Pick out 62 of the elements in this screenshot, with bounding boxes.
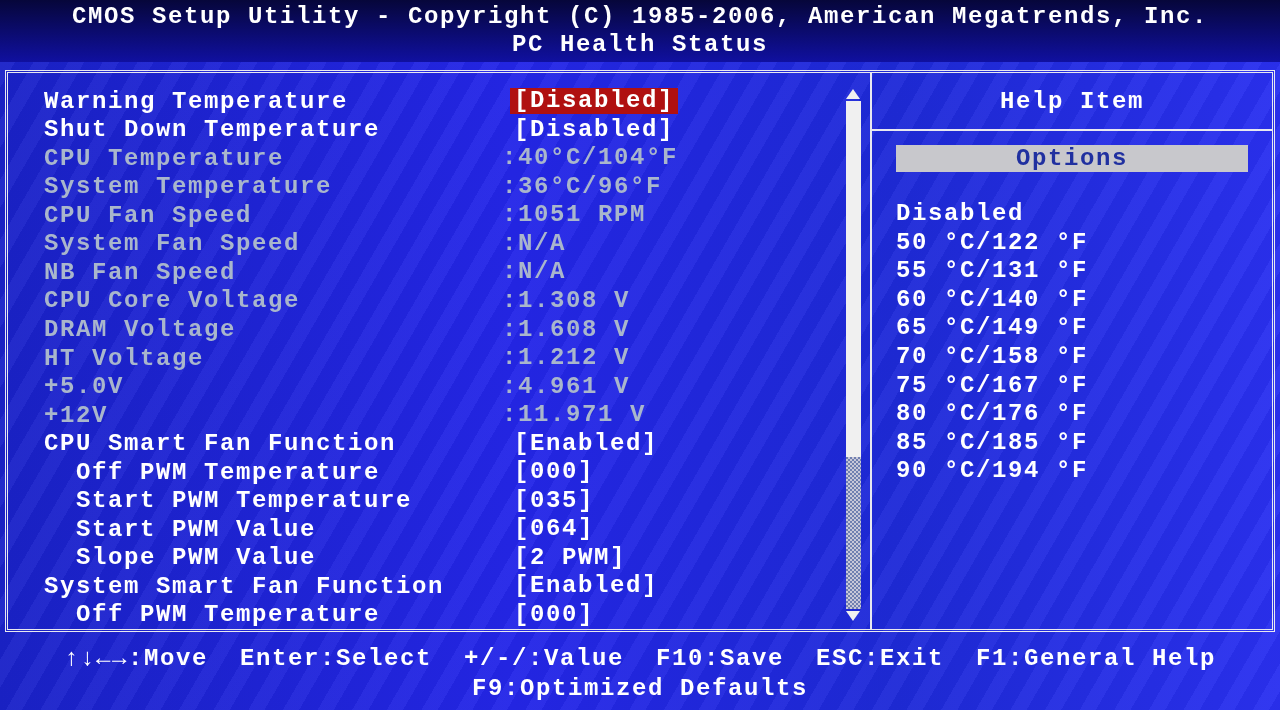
key-hint: ↑↓←→:Move [63,644,208,674]
setting-label: Slope PWM Value [76,544,318,572]
key-hint: Enter:Select [239,644,432,674]
sensor-reading: :N/A [501,259,567,286]
setting-label: CPU Core Voltage [44,287,302,315]
setting-value[interactable]: [Disabled] [510,116,679,143]
page-title: PC Health Status [511,31,768,59]
option-item: 50 °C/122 °F [896,228,1090,258]
options-heading: Options [896,145,1248,172]
setting-label: CPU Fan Speed [44,201,254,229]
option-item: 60 °C/140 °F [896,285,1090,315]
option-item: 55 °C/131 °F [896,257,1090,286]
key-hint: F9:Optimized Defaults [471,674,809,704]
setting-label: System Fan Speed [44,230,302,258]
setting-value[interactable]: [064] [510,516,598,543]
sensor-reading: :N/A [501,230,567,257]
setting-value[interactable]: [Enabled] [510,573,663,600]
option-item: 65 °C/149 °F [896,314,1090,343]
utility-title: CMOS Setup Utility - Copyright (C) 1985-2006, American Megatrends, Inc. [71,3,1209,31]
setting-value[interactable]: [2 PWM] [510,544,631,571]
sensor-reading: :4.961 V [501,373,632,400]
setting-label: Start PWM Value [76,515,318,543]
option-item: 80 °C/176 °F [896,400,1090,429]
down-arrow-icon[interactable] [846,611,860,621]
setting-value[interactable]: [000] [510,601,598,628]
sensor-reading: :11.971 V [501,402,648,429]
setting-label: CPU Smart Fan Function [44,430,398,458]
setting-label: Shut Down Temperature [44,116,382,144]
key-hint: +/-/:Value [463,644,624,674]
setting-label: Off PWM Temperature [76,458,382,486]
setting-label: DRAM Voltage [44,316,238,343]
setting-label: HT Voltage [44,344,206,372]
setting-label: NB Fan Speed [44,258,238,286]
setting-value[interactable]: [Enabled] [510,430,663,457]
sensor-reading: :1.212 V [501,345,632,372]
option-item: 75 °C/167 °F [896,371,1090,401]
scrollbar[interactable] [845,101,861,609]
sensor-reading: :1051 RPM [501,202,648,229]
setting-label: +5.0V [44,373,125,401]
setting-value[interactable]: [000] [510,459,598,486]
sensor-reading: :1.308 V [501,288,632,314]
setting-label: Off PWM Temperature [76,601,382,629]
sensor-reading: :36°C/96°F [501,173,664,200]
up-arrow-icon[interactable] [846,89,860,99]
setting-label: System Smart Fan Function [44,572,446,600]
option-item: 90 °C/194 °F [896,457,1090,486]
key-hint: F10:Save [656,644,784,674]
setting-value[interactable]: [035] [510,487,598,514]
key-hint: ESC:Exit [816,644,945,674]
sensor-reading: :40°C/104°F [501,145,680,172]
setting-value[interactable]: [Disabled] [510,88,679,115]
option-item: 85 °C/185 °F [896,428,1090,458]
setting-label: CPU Temperature [44,144,286,172]
setting-label: Warning Temperature [44,87,350,115]
key-hint: F1:General Help [976,644,1217,674]
option-item: Disabled [896,200,1026,229]
sensor-reading: :1.608 V [501,316,632,343]
option-item: 70 °C/158 °F [896,342,1090,372]
setting-label: System Temperature [44,173,334,201]
setting-label: Start PWM Temperature [76,487,414,515]
setting-label: +12V [44,401,109,429]
help-title: Help Item [872,73,1272,131]
